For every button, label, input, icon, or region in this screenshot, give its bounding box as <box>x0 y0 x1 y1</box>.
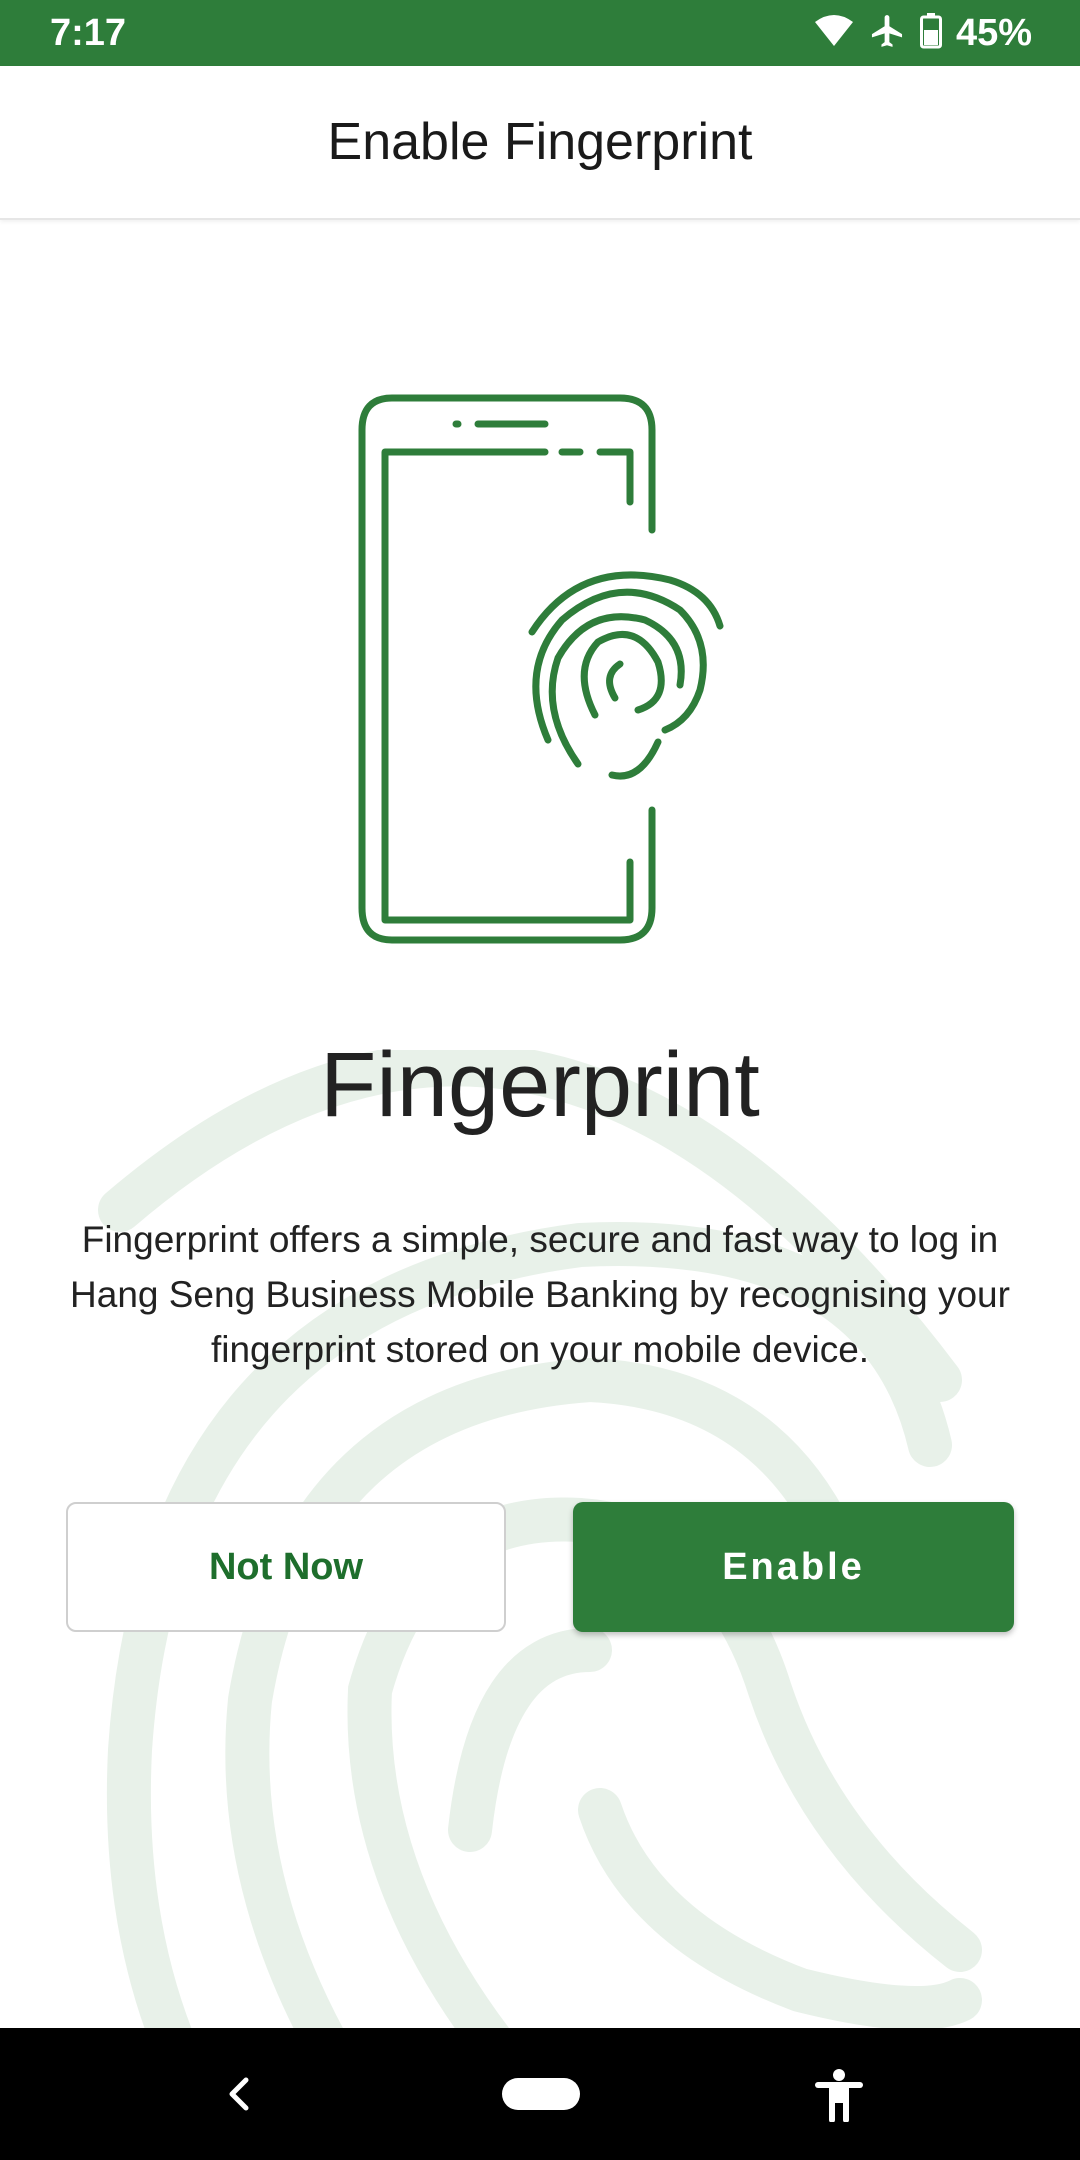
system-nav-bar <box>0 2028 1080 2160</box>
back-icon[interactable] <box>220 2074 260 2114</box>
fingerprint-heading: Fingerprint <box>320 1034 760 1136</box>
phone-fingerprint-icon <box>358 394 724 944</box>
enable-button[interactable]: Enable <box>573 1502 1014 1632</box>
not-now-button[interactable]: Not Now <box>66 1502 506 1632</box>
airplane-mode-icon <box>868 12 906 55</box>
app-bar: Enable Fingerprint <box>0 66 1080 220</box>
home-pill[interactable] <box>502 2078 580 2110</box>
battery-percentage: 45% <box>955 12 1032 54</box>
page-title: Enable Fingerprint <box>327 113 753 171</box>
enable-fingerprint-screen: 7:17 45% Enable Fingerprint Fingerprint … <box>0 0 1080 2160</box>
status-icons: 45% <box>814 10 1032 56</box>
status-bar: 7:17 45% <box>0 0 1080 66</box>
accessibility-icon[interactable] <box>814 2068 864 2122</box>
battery-icon <box>919 12 942 54</box>
status-time: 7:17 <box>50 12 127 54</box>
wifi-icon <box>814 14 854 53</box>
fingerprint-description: Fingerprint offers a simple, secure and … <box>70 1219 1010 1370</box>
